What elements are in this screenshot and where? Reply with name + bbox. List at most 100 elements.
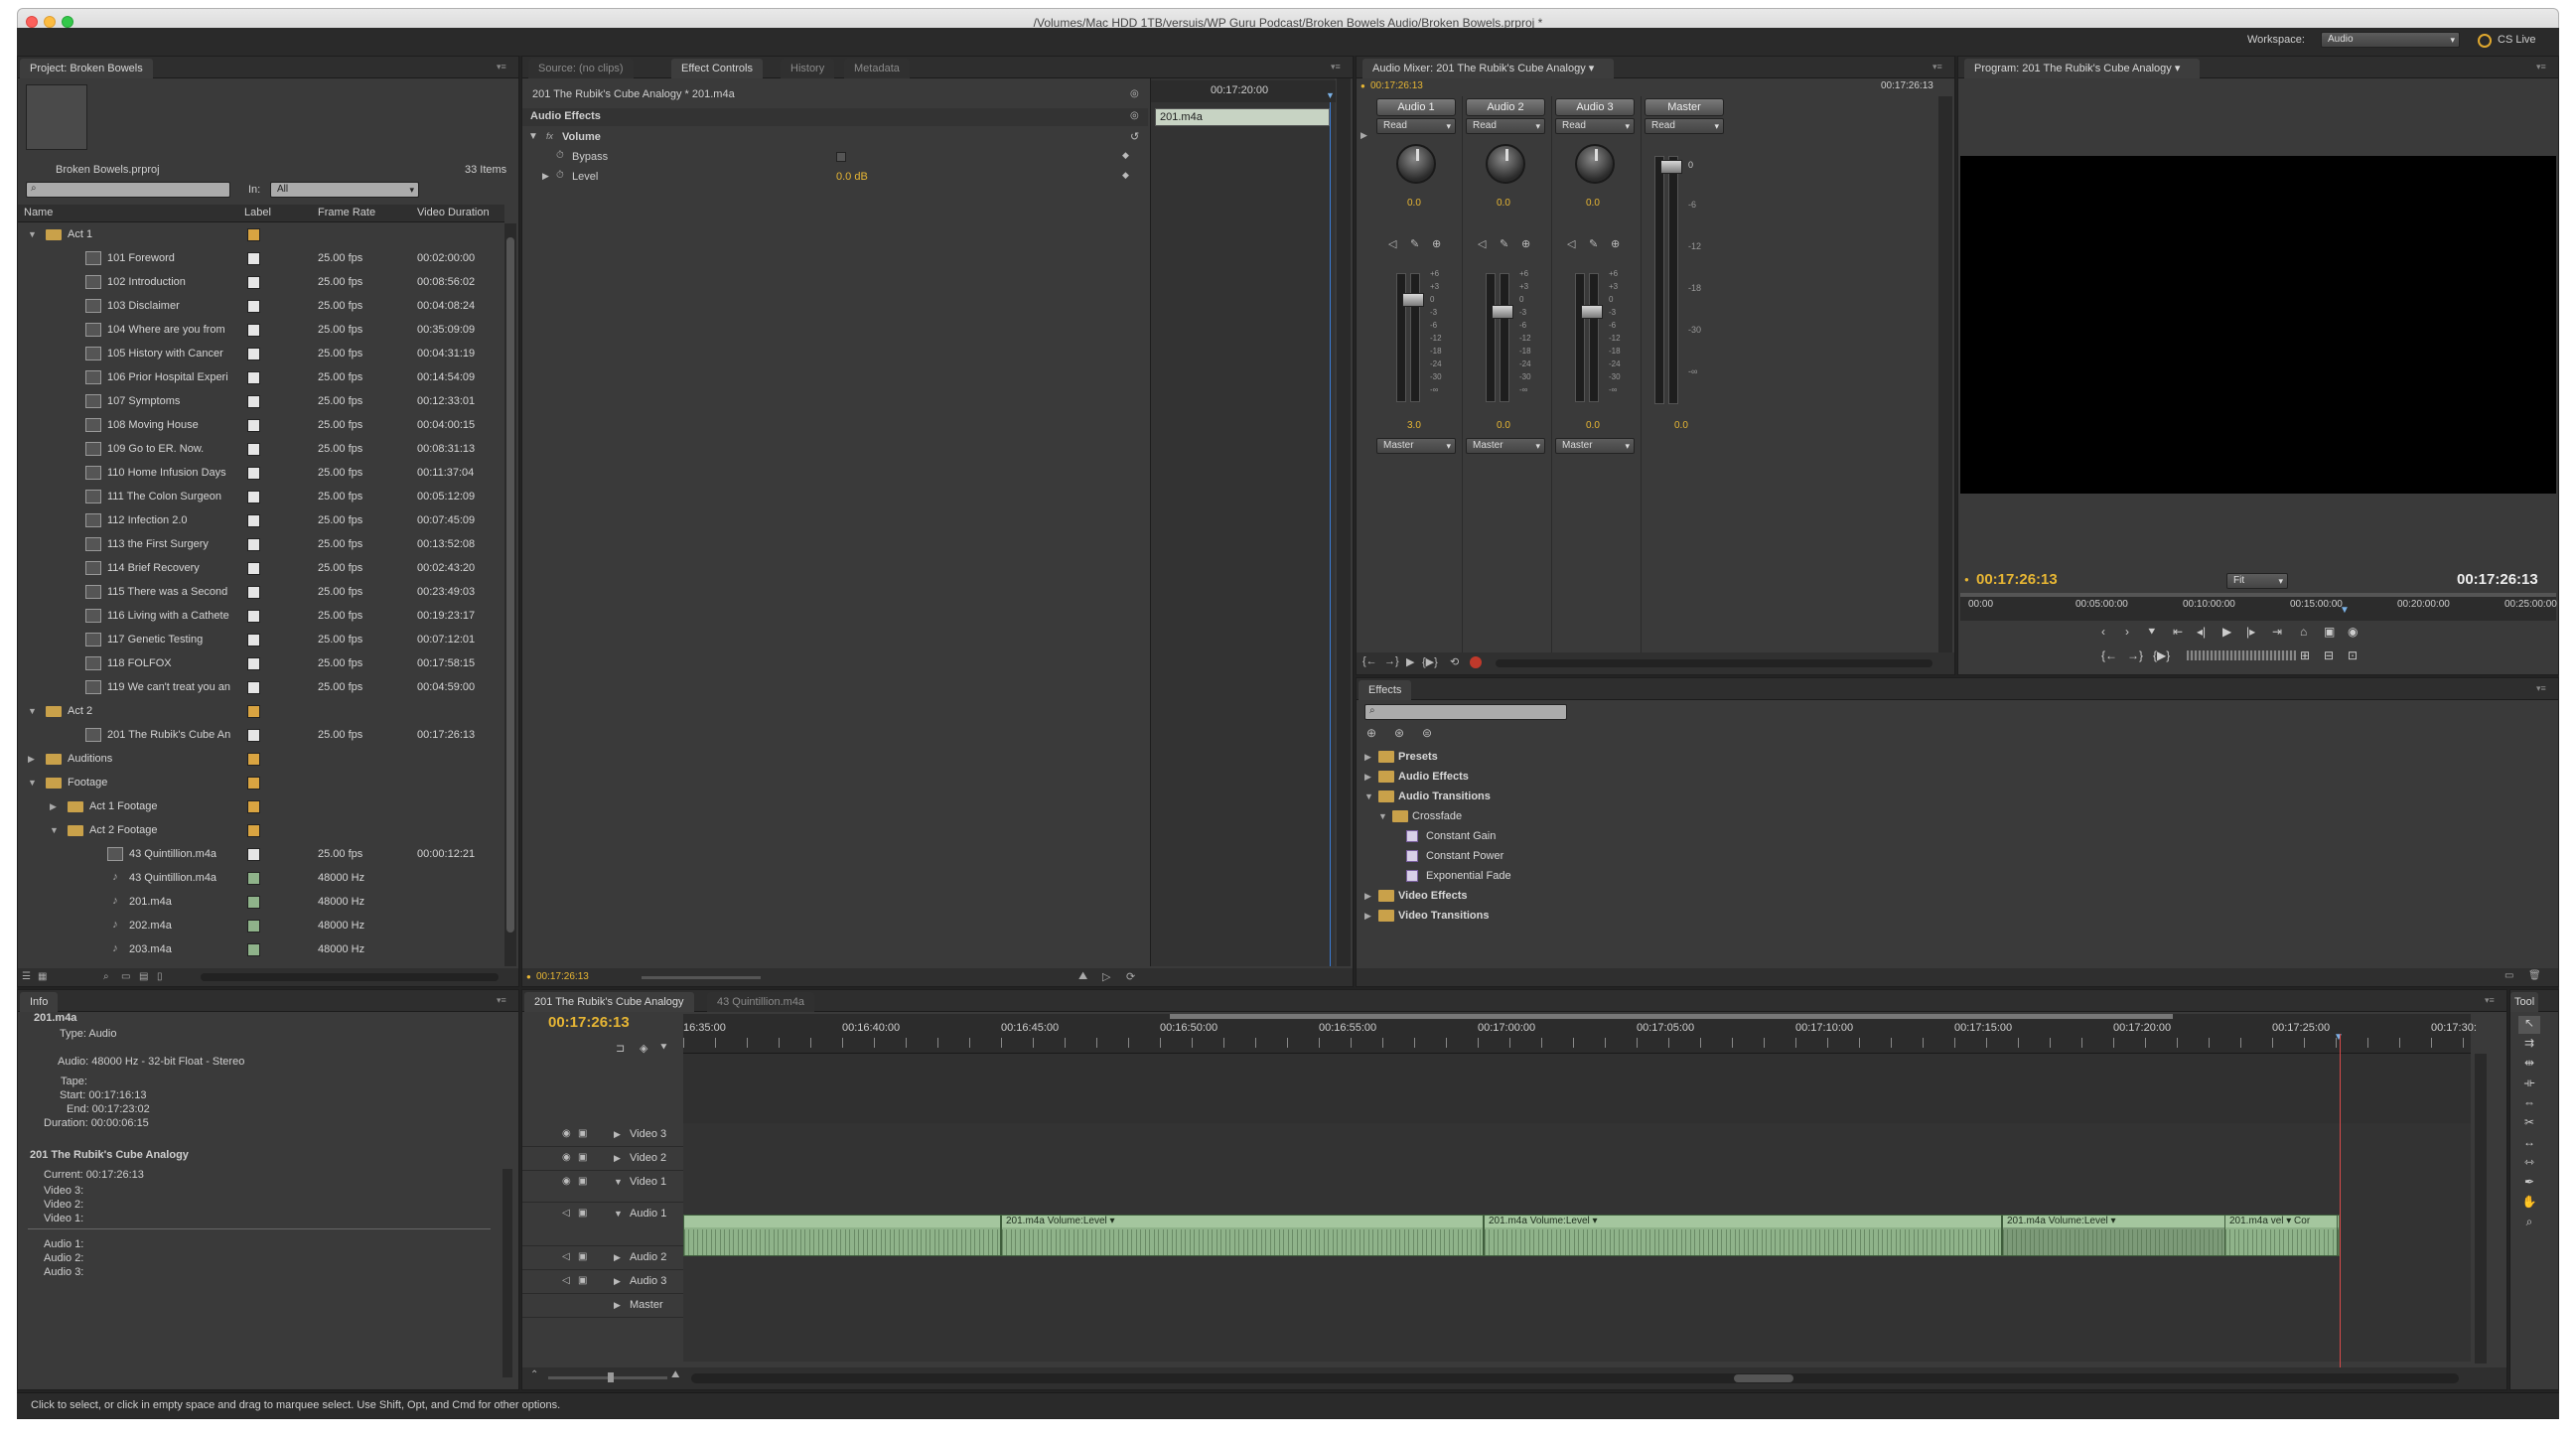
twirl-open-icon[interactable]: ▼ [1364, 791, 1373, 801]
col-frame-rate[interactable]: Frame Rate [318, 207, 375, 218]
program-video-frame[interactable] [1960, 156, 2556, 494]
stopwatch-icon[interactable]: ⏱ [556, 170, 564, 181]
mini-clip[interactable]: 201.m4a [1155, 108, 1330, 126]
play-icon[interactable]: ▶ [1406, 655, 1414, 668]
label-swatch[interactable] [247, 491, 260, 503]
new-item-icon[interactable]: ▤ [139, 971, 148, 982]
rolling-edit-tool-icon[interactable]: ⟛ [2518, 1076, 2540, 1093]
audio-clip[interactable] [683, 1215, 1001, 1256]
show-hide-timeline-icon[interactable]: ◎ [1130, 88, 1139, 99]
project-search-input[interactable]: ⌕ [26, 182, 230, 198]
pan-knob[interactable] [1396, 144, 1436, 184]
volume-fader-handle[interactable] [1492, 305, 1513, 319]
zoom-tool-icon[interactable]: ⌕ [2518, 1215, 2540, 1232]
project-list-item[interactable]: 118 FOLFOX 25.00 fps 00:17:58:15 [18, 652, 504, 676]
info-scrollbar[interactable] [502, 1169, 512, 1377]
label-swatch[interactable] [247, 276, 260, 289]
project-list-item[interactable]: ▼ Act 2 [18, 700, 504, 724]
effects-list-item[interactable]: Constant Power [1357, 847, 1952, 867]
new-bin-icon[interactable]: ▭ [121, 971, 130, 982]
extract-icon[interactable]: ⊟ [2324, 648, 2334, 662]
razor-tool-icon[interactable]: ✂ [2518, 1115, 2540, 1133]
output-dropdown[interactable]: Master [1376, 438, 1456, 454]
twirl-open-icon[interactable]: ▼ [50, 825, 59, 835]
mini-playhead-icon[interactable]: ▼ [1326, 90, 1335, 100]
label-swatch[interactable] [247, 920, 260, 933]
mixer-vscroll[interactable] [1938, 96, 1952, 652]
label-swatch[interactable] [247, 228, 260, 241]
export-frame-icon[interactable]: ◉ [2348, 625, 2358, 639]
track-header[interactable]: ◁ ▣ ▶ Audio 2 [522, 1246, 683, 1270]
level-value[interactable]: 0.0 dB [836, 171, 868, 183]
label-swatch[interactable] [247, 252, 260, 265]
label-swatch[interactable] [247, 705, 260, 718]
project-scrollbar[interactable] [504, 223, 516, 966]
icon-view-icon[interactable]: ▦ [38, 971, 47, 982]
mini-ruler[interactable]: 00:17:20:00 ▼ [1151, 80, 1336, 102]
project-list-item[interactable]: 101 Foreword 25.00 fps 00:02:00:00 [18, 247, 504, 271]
project-list-item[interactable]: 111 The Colon Surgeon 25.00 fps 00:05:12:0… [18, 486, 504, 509]
project-list-item[interactable]: 114 Brief Recovery 25.00 fps 00:02:43:20 [18, 557, 504, 581]
output-dropdown[interactable]: Master [1466, 438, 1545, 454]
label-swatch[interactable] [247, 824, 260, 837]
lift-icon[interactable]: ⌂ [2300, 625, 2307, 639]
label-swatch[interactable] [247, 348, 260, 360]
label-swatch[interactable] [247, 443, 260, 456]
zoom-out-icon[interactable]: ⌃ [530, 1369, 538, 1380]
twirl-closed-icon[interactable]: ▶ [614, 1276, 621, 1287]
master-volume-value[interactable]: 0.0 [1674, 420, 1688, 431]
tab-effects[interactable]: Effects [1359, 680, 1412, 700]
automation-mode-dropdown[interactable]: Read [1555, 118, 1635, 134]
twirl-open-icon[interactable]: ▼ [528, 131, 538, 142]
label-swatch[interactable] [247, 538, 260, 551]
lock-icon[interactable]: ▣ [578, 1128, 587, 1139]
effect-footer-timecode[interactable]: 00:17:26:13 [536, 971, 589, 982]
effects-list-item[interactable]: ▼ Crossfade [1357, 807, 1952, 827]
play-icon[interactable]: ▶ [2222, 625, 2231, 639]
jog-shuttle[interactable] [2187, 650, 2296, 660]
audio-clip[interactable]: 201.m4a Volume:Level ▾ [1001, 1215, 1484, 1256]
project-list-item[interactable]: ▼ Footage [18, 772, 504, 795]
project-list-item[interactable]: ♪ 43 Quintillion.m4a 48000 Hz [18, 867, 504, 891]
pan-value[interactable]: 0.0 [1586, 198, 1600, 209]
step-back-icon[interactable]: ◂| [2197, 625, 2206, 639]
yuv-effects-icon[interactable]: ⊜ [1422, 726, 1432, 740]
trim-icon[interactable]: ⊞ [2300, 648, 2310, 662]
label-swatch[interactable] [247, 371, 260, 384]
solo-icon[interactable]: ✎ [1410, 237, 1419, 250]
horizontal-scrollbar[interactable] [201, 973, 499, 981]
volume-fader-handle[interactable] [1402, 293, 1424, 307]
play-in-out-icon[interactable]: {▶} [2153, 648, 2170, 662]
label-swatch[interactable] [247, 467, 260, 480]
effects-list-item[interactable]: ▼ Audio Transitions [1357, 788, 1952, 807]
go-to-in-icon[interactable]: ⇤ [2173, 625, 2183, 639]
twirl-closed-icon[interactable]: ▶ [1364, 891, 1371, 902]
project-list-item[interactable]: ♪ 203.m4a 48000 Hz [18, 938, 504, 962]
effects-list-item[interactable]: Exponential Fade [1357, 867, 1952, 887]
reset-icon[interactable]: ↺ [1130, 130, 1139, 143]
play-in-out-icon[interactable]: {▶} [1422, 655, 1438, 668]
ripple-edit-tool-icon[interactable]: ⇹ [2518, 1056, 2540, 1074]
project-list-item[interactable]: 201 The Rubik's Cube An 25.00 fps 00:17:26… [18, 724, 504, 748]
keyframe-icon[interactable]: ◆ [1122, 170, 1129, 181]
slide-tool-icon[interactable]: ⇿ [2518, 1155, 2540, 1173]
eye-icon[interactable]: ◉ [562, 1176, 571, 1187]
playhead-line[interactable] [2340, 1034, 2341, 1375]
effects-list-item[interactable]: Constant Gain [1357, 827, 1952, 847]
cs-live-label[interactable]: CS Live [2498, 34, 2536, 46]
go-to-in-icon[interactable]: {← [1362, 655, 1377, 667]
timeline-hscroll-thumb[interactable] [1734, 1374, 1793, 1382]
panel-menu-icon[interactable]: ▾≡ [1331, 62, 1349, 72]
pen-tool-icon[interactable]: ✒ [2518, 1175, 2540, 1193]
filter-icon[interactable]: ⛰ [1078, 970, 1087, 983]
delete-icon[interactable]: 🗑 [2528, 970, 2541, 981]
project-list-item[interactable]: ▶ Act 1 Footage [18, 795, 504, 819]
label-swatch[interactable] [247, 324, 260, 337]
tab-effect-controls[interactable]: Effect Controls [671, 59, 763, 78]
project-list-item[interactable]: 103 Disclaimer 25.00 fps 00:04:08:24 [18, 295, 504, 319]
panel-menu-icon[interactable]: ▾≡ [497, 62, 514, 72]
track-select-tool-icon[interactable]: ⇉ [2518, 1036, 2540, 1054]
bypass-checkbox[interactable] [836, 152, 846, 162]
effects-search-input[interactable]: ⌕ [1364, 704, 1567, 720]
timeline-hscroll[interactable] [691, 1373, 2459, 1383]
